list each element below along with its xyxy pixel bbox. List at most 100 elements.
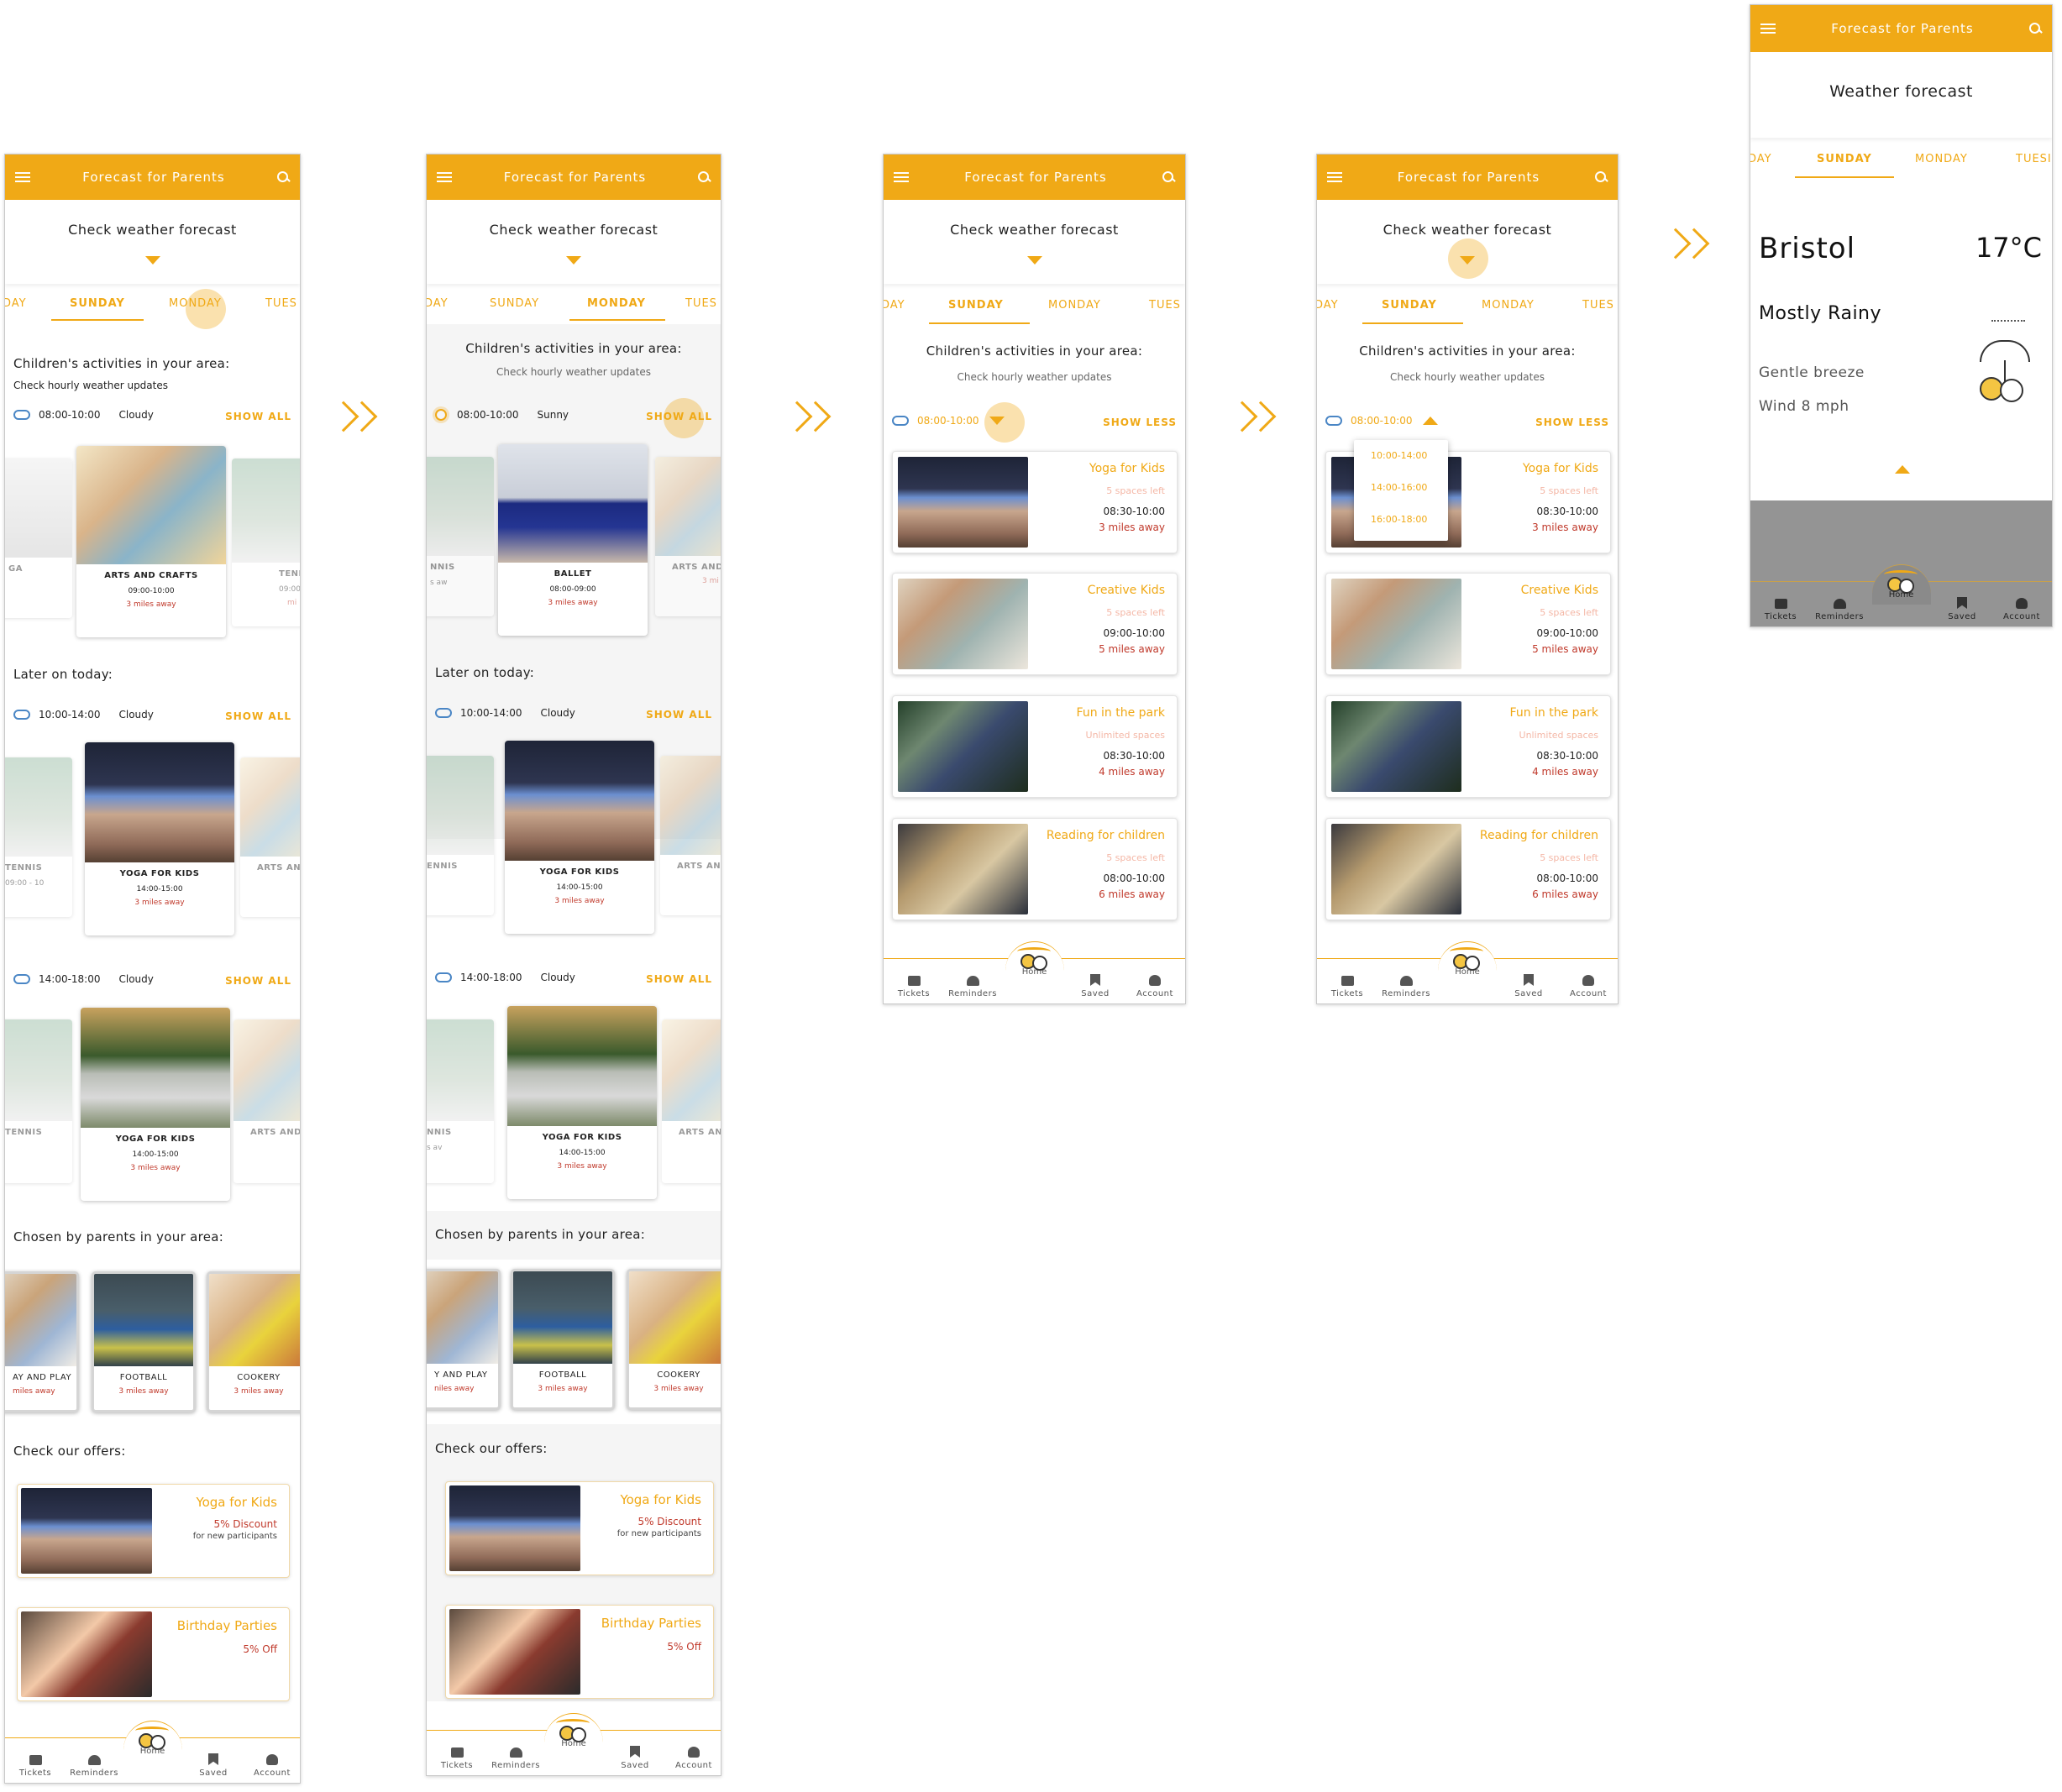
activity-card[interactable]: TENN 09:00 mi — [232, 458, 300, 626]
search-icon[interactable] — [1595, 170, 1608, 184]
tab-monday[interactable]: MONDAY — [1048, 299, 1101, 312]
popular-card[interactable]: FOOTBALL 3 miles away — [511, 1269, 615, 1410]
expand-arrow-icon[interactable] — [1460, 256, 1475, 265]
nav-saved[interactable]: Saved — [1503, 974, 1554, 998]
forecast-toggle[interactable]: Check weather forecast — [427, 200, 721, 284]
show-all-button[interactable]: SHOW ALL — [646, 411, 712, 422]
search-icon[interactable] — [698, 170, 711, 184]
activity-card[interactable]: GA — [5, 458, 72, 618]
popular-card[interactable]: COOKERY 3 miles away — [627, 1269, 721, 1410]
nav-reminders[interactable]: Reminders — [1381, 976, 1431, 998]
forecast-toggle[interactable]: Check weather forecast — [884, 200, 1185, 284]
expand-arrow-icon[interactable] — [566, 256, 581, 265]
search-icon[interactable] — [277, 170, 290, 184]
search-icon[interactable] — [1162, 170, 1175, 184]
activity-card[interactable]: YOGA FOR KIDS 14:00-15:00 3 miles away — [81, 1008, 230, 1201]
tab-monday[interactable]: MONDAY — [587, 297, 646, 310]
nav-saved[interactable]: Saved — [1070, 974, 1120, 998]
activity-list-item[interactable]: Creative Kids 5 spaces left 09:00-10:00 … — [892, 573, 1178, 675]
nav-account[interactable]: Account — [1996, 598, 2047, 621]
nav-tickets[interactable]: Tickets — [432, 1747, 482, 1770]
nav-home[interactable]: Home — [123, 1721, 182, 1761]
forecast-toggle[interactable]: Check weather forecast — [5, 200, 300, 284]
activity-card[interactable]: ARTS AND C — [660, 756, 721, 915]
activity-list-item[interactable]: Fun in the park Unlimited spaces 08:30-1… — [892, 695, 1178, 798]
activity-card[interactable]: TENNIS 09:00 - 10 — [5, 757, 72, 917]
show-all-button[interactable]: SHOW ALL — [225, 411, 291, 422]
nav-home[interactable]: Home — [1005, 941, 1064, 982]
nav-saved[interactable]: Saved — [1937, 597, 1987, 621]
offer-card[interactable]: Birthday Parties 5% Off — [17, 1607, 290, 1701]
tab-sunday[interactable]: SUNDAY — [490, 297, 539, 310]
activity-list-item[interactable]: Reading for children 5 spaces left 08:00… — [1325, 818, 1611, 920]
nav-account[interactable]: Account — [1130, 975, 1180, 998]
time-slot[interactable]: 08:00-10:00 — [1325, 415, 1438, 427]
activity-card[interactable]: ENNIS — [427, 756, 494, 915]
tab-saturday[interactable]: DAY — [1750, 153, 1772, 165]
menu-icon[interactable] — [437, 172, 452, 182]
show-less-button[interactable]: SHOW LESS — [1535, 417, 1609, 428]
collapse-arrow-icon[interactable] — [1422, 417, 1438, 425]
dropdown-option[interactable]: 10:00-14:00 — [1354, 440, 1448, 472]
time-slot[interactable]: 08:00-10:00 — [892, 415, 1005, 427]
nav-saved[interactable]: Saved — [188, 1753, 239, 1778]
tab-sunday[interactable]: SUNDAY — [1817, 153, 1872, 165]
nav-tickets[interactable]: Tickets — [1755, 599, 1806, 621]
tab-saturday[interactable]: DAY — [884, 299, 905, 312]
popular-card[interactable]: Y AND PLAY niles away — [427, 1269, 501, 1410]
activity-list-item[interactable]: Creative Kids 5 spaces left 09:00-10:00 … — [1325, 573, 1611, 675]
dropdown-option[interactable]: 16:00-18:00 — [1354, 504, 1448, 536]
activity-list-item[interactable]: Yoga for Kids 5 spaces left 08:30-10:00 … — [892, 451, 1178, 553]
activity-card[interactable]: YOGA FOR KIDS 14:00-15:00 3 miles away — [85, 742, 234, 935]
activity-card[interactable]: ARTS AND CRAFTS 09:00-10:00 3 miles away — [76, 446, 226, 637]
popular-card[interactable]: FOOTBALL 3 miles away — [92, 1271, 196, 1412]
activity-card[interactable]: YOGA FOR KIDS 14:00-15:00 3 miles away — [507, 1006, 657, 1199]
nav-reminders[interactable]: Reminders — [69, 1755, 119, 1778]
dropdown-option[interactable]: 14:00-16:00 — [1354, 472, 1448, 504]
nav-account[interactable]: Account — [669, 1747, 719, 1770]
menu-icon[interactable] — [1760, 24, 1776, 34]
show-less-button[interactable]: SHOW LESS — [1103, 417, 1177, 428]
menu-icon[interactable] — [894, 172, 909, 182]
tab-saturday[interactable]: DAY — [427, 297, 449, 310]
tab-monday[interactable]: MONDAY — [169, 297, 222, 310]
nav-tickets[interactable]: Tickets — [889, 976, 939, 998]
nav-reminders[interactable]: Reminders — [1814, 599, 1865, 621]
dropdown-arrow-icon[interactable] — [989, 417, 1005, 425]
offer-card[interactable]: Yoga for Kids 5% Discount for new partic… — [17, 1484, 290, 1578]
tab-tuesday[interactable]: TUES — [1582, 299, 1614, 312]
popular-card[interactable]: AY AND PLAY miles away — [5, 1271, 79, 1412]
show-all-button[interactable]: SHOW ALL — [646, 709, 712, 720]
offer-card[interactable]: Yoga for Kids 5% Discount for new partic… — [445, 1481, 714, 1575]
tab-tuesday[interactable]: TUES — [265, 297, 297, 310]
tab-saturday[interactable]: DAY — [1317, 299, 1339, 312]
tab-tuesday[interactable]: TUES — [1149, 299, 1181, 312]
nav-account[interactable]: Account — [1563, 975, 1613, 998]
show-all-button[interactable]: SHOW ALL — [225, 975, 291, 987]
activity-card[interactable]: ARTS AND CI 3 mi — [655, 457, 721, 616]
activity-card[interactable]: YOGA FOR KIDS 14:00-15:00 3 miles away — [505, 741, 654, 934]
nav-saved[interactable]: Saved — [610, 1746, 660, 1770]
nav-reminders[interactable]: Reminders — [491, 1747, 541, 1770]
expand-arrow-icon[interactable] — [1026, 256, 1042, 265]
forecast-toggle[interactable]: Check weather forecast — [1317, 200, 1618, 284]
activity-list-item[interactable]: Reading for children 5 spaces left 08:00… — [892, 818, 1178, 920]
activity-card[interactable]: ARTS AND CI — [233, 1019, 300, 1183]
nav-home[interactable]: Home — [1438, 941, 1497, 982]
search-icon[interactable] — [2029, 22, 2042, 35]
tab-tuesday[interactable]: TUESI — [2016, 153, 2052, 165]
show-all-button[interactable]: SHOW ALL — [225, 710, 291, 722]
nav-home[interactable]: Home — [544, 1713, 603, 1753]
activity-card[interactable]: NNIS s aw — [427, 457, 494, 616]
activity-card[interactable]: NNIS s av — [427, 1019, 494, 1183]
expand-arrow-icon[interactable] — [144, 256, 160, 265]
tab-tuesday[interactable]: TUES — [685, 297, 717, 310]
tab-monday[interactable]: MONDAY — [1915, 153, 1968, 165]
activity-list-item[interactable]: Fun in the park Unlimited spaces 08:30-1… — [1325, 695, 1611, 798]
tab-monday[interactable]: MONDAY — [1482, 299, 1535, 312]
nav-tickets[interactable]: Tickets — [1322, 976, 1372, 998]
activity-card[interactable]: ARTS AND — [240, 757, 300, 917]
nav-reminders[interactable]: Reminders — [947, 976, 998, 998]
popular-card[interactable]: COOKERY 3 miles away — [207, 1271, 300, 1412]
menu-icon[interactable] — [1327, 172, 1342, 182]
